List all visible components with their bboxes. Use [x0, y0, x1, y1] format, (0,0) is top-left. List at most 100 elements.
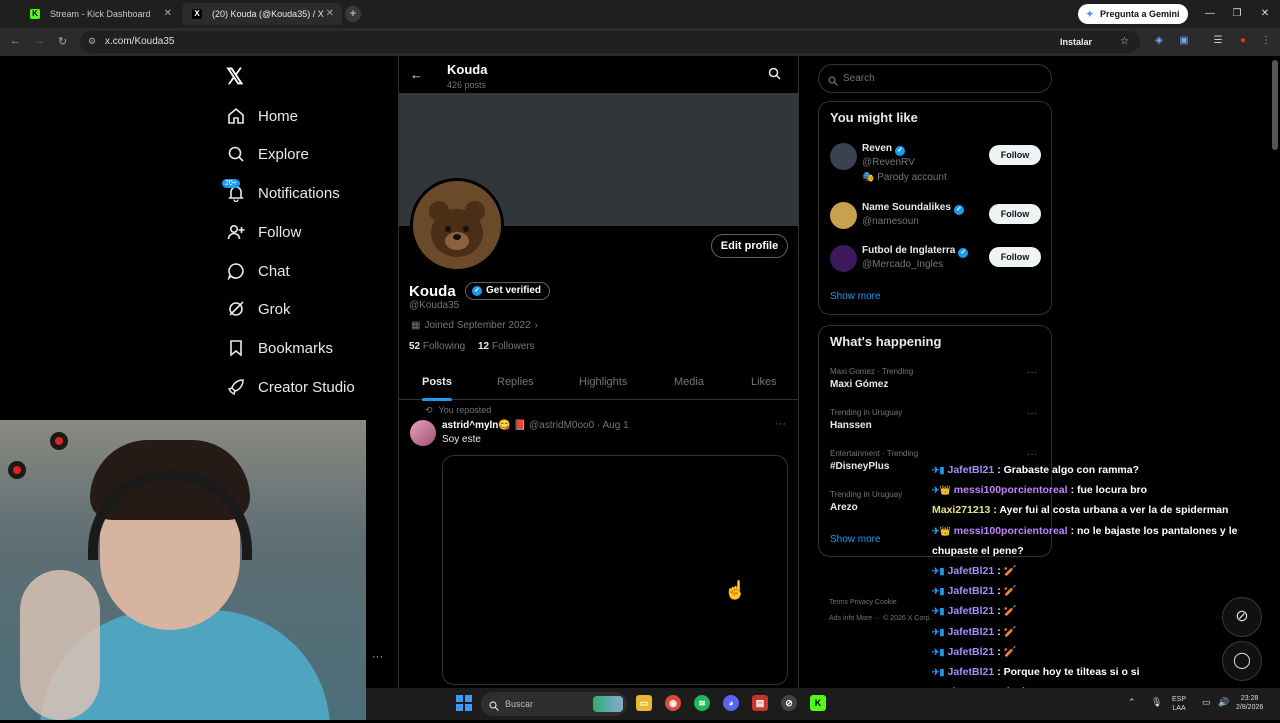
search-input[interactable]: Search [818, 64, 1052, 93]
tweet-meta[interactable]: @astridM0oo0 · Aug 1 [529, 420, 629, 431]
minimize-button[interactable]: — [1195, 0, 1225, 28]
spotify-icon[interactable]: ≋ [694, 695, 710, 711]
chat-username[interactable]: JafetBl21 [948, 626, 995, 638]
nav-label: Creator Studio [258, 378, 355, 396]
obs-app-icon[interactable]: ▤ [752, 695, 768, 711]
more-options-icon[interactable]: ··· [1027, 408, 1037, 419]
chat-username[interactable]: messi100porcientoreal [954, 484, 1068, 496]
kick-icon[interactable]: K [810, 695, 826, 711]
footer-links[interactable]: Ads info More ··· © 2026 X Corp. [829, 615, 931, 622]
tab-likes[interactable]: Likes [751, 366, 777, 400]
suggestion-name[interactable]: Futbol de Inglaterra ✓ [862, 245, 969, 258]
chat-username[interactable]: messi100porcientoreal [954, 525, 1068, 537]
back-arrow-icon[interactable]: ← [410, 67, 423, 82]
scrollbar[interactable] [1272, 60, 1278, 150]
x-logo-icon[interactable]: 𝕏 [226, 64, 244, 90]
reload-icon[interactable]: ↻ [58, 35, 67, 48]
menu-list-icon[interactable]: ☰ [1212, 35, 1224, 47]
chrome-icon[interactable]: ◉ [665, 695, 681, 711]
trend-name[interactable]: Arezo [830, 502, 858, 513]
grok-floating-button[interactable]: ⊘ [1222, 597, 1262, 637]
tab-posts[interactable]: Posts [422, 366, 452, 401]
chat-username[interactable]: JafetBl21 [948, 646, 995, 658]
tab-replies[interactable]: Replies [497, 366, 534, 400]
nav-item-explore[interactable]: Explore [226, 140, 309, 168]
footer-links[interactable]: Terms Privacy Cookie [829, 599, 897, 606]
chat-username[interactable]: JafetBl21 [948, 585, 995, 597]
suggestion-name[interactable]: Name Soundalikes ✓ [862, 202, 964, 215]
clock[interactable]: 23:28 2/8/2026 [1236, 694, 1263, 712]
chat-username[interactable]: JafetBl21 [948, 565, 995, 577]
avatar[interactable] [830, 143, 857, 170]
following-link[interactable]: 52 Following [409, 341, 465, 352]
tray-chevron-icon[interactable]: ⌃ [1128, 698, 1136, 707]
close-icon[interactable]: ✕ [326, 3, 334, 25]
nav-item-follow[interactable]: Follow [226, 218, 301, 246]
chat-username[interactable]: JafetBl21 [948, 464, 995, 476]
avatar[interactable] [410, 178, 504, 272]
app-icon[interactable]: ⊘ [781, 695, 797, 711]
more-options-icon[interactable]: ··· [775, 418, 786, 430]
tab-x-profile[interactable]: X (20) Kouda (@Kouda35) / X ✕ [182, 3, 342, 25]
nav-item-bookmarks[interactable]: Bookmarks [226, 334, 333, 362]
profile-avatar-icon[interactable]: ● [1237, 35, 1249, 47]
show-more-link[interactable]: Show more [830, 291, 881, 302]
language-indicator[interactable]: ESP LAA [1172, 695, 1186, 713]
nav-item-notifications[interactable]: 20+ Notifications [222, 179, 340, 207]
chat-username[interactable]: JafetBl21 [948, 666, 995, 678]
tab-media[interactable]: Media [674, 366, 704, 400]
url-text[interactable]: x.com/Kouda35 [105, 31, 175, 53]
trend-name[interactable]: Maxi Gómez [830, 379, 888, 390]
discord-icon[interactable]: ◕ [723, 695, 739, 711]
trend-name[interactable]: #DisneyPlus [830, 461, 889, 472]
volume-icon[interactable]: 🔊 [1218, 698, 1229, 707]
forward-icon[interactable]: → [34, 35, 45, 47]
close-window-button[interactable]: ✕ [1250, 0, 1280, 28]
tweet-author-avatar[interactable] [410, 420, 436, 446]
more-options-icon[interactable]: ··· [1027, 449, 1037, 460]
chat-username[interactable]: Maxi271213 [932, 504, 990, 516]
follow-button[interactable]: Follow [989, 247, 1041, 267]
avatar[interactable] [830, 202, 857, 229]
edit-profile-button[interactable]: Edit profile [711, 234, 788, 258]
taskbar-search[interactable]: Buscar [481, 692, 627, 716]
followers-link[interactable]: 12 Followers [478, 341, 535, 352]
file-explorer-icon[interactable]: ▭ [636, 695, 652, 711]
windows-start-icon[interactable] [456, 695, 472, 711]
tab-highlights[interactable]: Highlights [579, 366, 627, 400]
site-info-icon[interactable]: ⚙ [88, 36, 96, 47]
close-icon[interactable]: ✕ [164, 3, 172, 25]
joined-date[interactable]: ▦ Joined September 2022 › [411, 320, 538, 331]
nav-item-creator-studio[interactable]: Creator Studio [226, 373, 355, 401]
chat-username[interactable]: JafetBl21 [948, 605, 995, 617]
tab-kick-dashboard[interactable]: K Stream - Kick Dashboard ✕ [20, 3, 180, 25]
follow-button[interactable]: Follow [989, 204, 1041, 224]
network-icon[interactable]: ▭ [1202, 698, 1211, 707]
maximize-button[interactable]: ❐ [1222, 0, 1252, 28]
nav-item-grok[interactable]: Grok [226, 295, 291, 323]
get-verified-button[interactable]: ✓ Get verified [465, 282, 551, 300]
avatar[interactable] [830, 245, 857, 272]
extension-icon[interactable]: ◈ [1153, 35, 1165, 47]
follow-button[interactable]: Follow [989, 145, 1041, 165]
kebab-menu-icon[interactable]: ⋮ [1260, 35, 1272, 47]
tweet-media[interactable] [442, 455, 788, 685]
tweet-author-name[interactable]: astrid^myln😋 📕 [442, 420, 526, 431]
extension-icon[interactable]: ▣ [1178, 35, 1190, 47]
new-tab-button[interactable]: + [345, 6, 361, 22]
show-more-link[interactable]: Show more [830, 534, 881, 545]
star-icon[interactable]: ☆ [1120, 36, 1129, 47]
more-options-icon[interactable]: ··· [372, 651, 383, 663]
messages-floating-button[interactable]: ◯ [1222, 641, 1262, 681]
more-options-icon[interactable]: ··· [1027, 367, 1037, 378]
nav-item-home[interactable]: Home [226, 102, 298, 130]
trend-name[interactable]: Hanssen [830, 420, 872, 431]
nav-item-chat[interactable]: Chat [226, 257, 290, 285]
install-button[interactable]: Instalar [1060, 31, 1092, 53]
url-field[interactable]: ⚙ x.com/Kouda35 Instalar ☆ [80, 31, 1140, 53]
back-icon[interactable]: ← [10, 35, 21, 47]
suggestion-name[interactable]: Reven ✓ [862, 143, 906, 156]
gemini-button[interactable]: ✦ Pregunta a Gemini [1078, 4, 1188, 24]
microphone-icon[interactable]: 🎙 [1151, 698, 1162, 707]
search-icon[interactable] [768, 67, 781, 85]
